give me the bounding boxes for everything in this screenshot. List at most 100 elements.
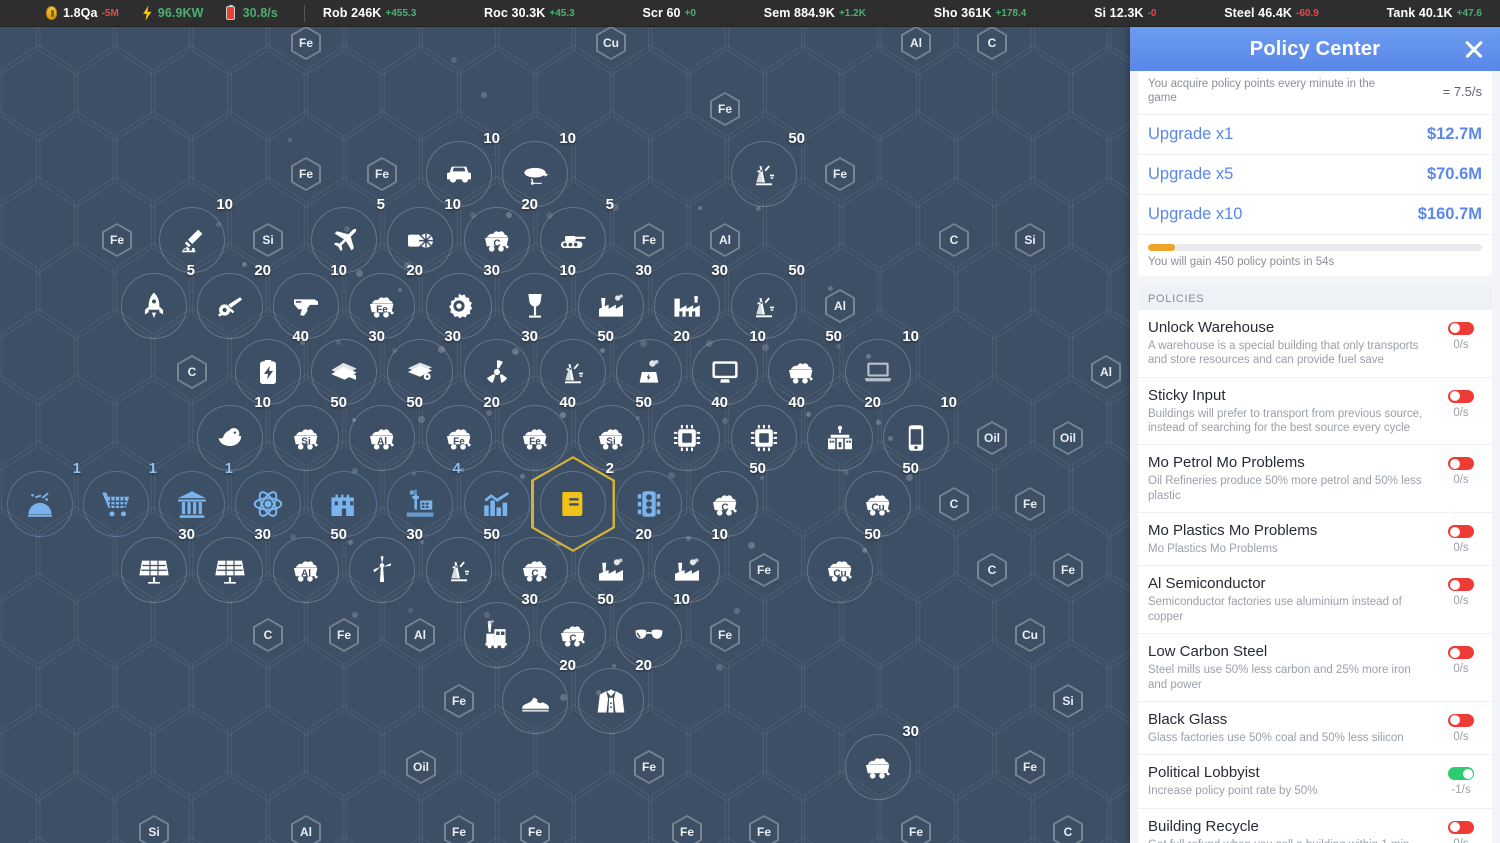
deposit-marker: Fe (749, 815, 779, 843)
resource-deposit-fe[interactable]: Fe (493, 784, 577, 843)
upgrade-row-3[interactable]: Upgrade x10 $160.7M (1138, 195, 1492, 235)
deposit-label: Fe (757, 826, 771, 838)
building-tile-solar-panel[interactable]: 30 (112, 522, 196, 618)
cart-resource-label: Si (606, 436, 615, 447)
policy-description: Glass factories use 50% coal and 50% les… (1148, 731, 1432, 745)
resource-deposit-fe[interactable]: Fe (417, 784, 501, 843)
upgrade-row-1[interactable]: Upgrade x1 $12.7M (1138, 115, 1492, 155)
policy-toggle[interactable] (1448, 390, 1474, 403)
transport-dot (828, 286, 833, 291)
building-tile-book[interactable]: 2 (531, 456, 615, 552)
policy-row[interactable]: Al Semiconductor Semiconductor factories … (1138, 566, 1492, 634)
turbine-icon (404, 224, 436, 256)
wind-turbine-icon (366, 554, 398, 586)
policy-toggle[interactable] (1448, 646, 1474, 659)
transport-dot (698, 206, 702, 210)
wine-glass-icon (519, 290, 551, 322)
resource-deposit-fe[interactable]: Fe (722, 784, 806, 843)
deposit-label: C (988, 37, 997, 49)
building-circle[interactable]: 5 (121, 273, 187, 339)
policy-toggle[interactable] (1448, 714, 1474, 727)
deposit-marker: Cu (1015, 618, 1045, 652)
building-tile-oil-derrick[interactable]: 50 (722, 126, 806, 222)
policy-list[interactable]: Unlock Warehouse A warehouse is a special… (1138, 310, 1492, 843)
resource-deposit-si[interactable]: Si (112, 784, 196, 843)
building-tile-cart[interactable]: Al 50 (264, 522, 348, 618)
resource-deposit-fe[interactable]: Fe (798, 126, 882, 222)
building-circle[interactable]: 30 (845, 734, 911, 800)
close-icon[interactable] (1462, 37, 1486, 61)
resource-deposit-al[interactable]: Al (874, 27, 958, 91)
policy-row[interactable]: Sticky Input Buildings will prefer to tra… (1138, 378, 1492, 446)
building-circle[interactable]: 20 (578, 668, 644, 734)
policy-toggle[interactable] (1448, 767, 1474, 780)
building-circle[interactable]: 50 (731, 141, 797, 207)
building-circle[interactable]: 30 (197, 537, 263, 603)
resource-deposit-fe[interactable]: Fe (264, 27, 348, 91)
building-level: 20 (635, 657, 652, 674)
resource-deposit-c[interactable]: C (912, 192, 996, 288)
building-circle[interactable]: 30 (349, 537, 415, 603)
stat-delta: -60.9 (1296, 8, 1319, 19)
building-tile-jacket[interactable]: 20 (569, 653, 653, 749)
resource-deposit-c[interactable]: C (950, 27, 1034, 91)
policy-description: Get full refund when you sell a building… (1148, 838, 1432, 843)
resource-deposit-si[interactable]: Si (988, 192, 1072, 288)
policy-row[interactable]: Low Carbon Steel Steel mills use 50% less… (1138, 634, 1492, 702)
building-circle[interactable]: 1 (7, 471, 73, 537)
building-tile-wind-turbine[interactable]: 30 (340, 522, 424, 618)
building-tile-rocket[interactable]: 5 (112, 258, 196, 354)
building-circle[interactable]: Cu 50 (807, 537, 873, 603)
resource-deposit-al[interactable]: Al (264, 784, 348, 843)
building-tile-airport[interactable]: 1 (0, 456, 82, 552)
resource-deposit-fe[interactable]: Fe (645, 784, 729, 843)
deposit-marker: C (939, 223, 969, 257)
panel-body[interactable]: You acquire policy points every minute i… (1130, 71, 1500, 843)
policy-row[interactable]: Mo Petrol Mo Problems Oil Refineries prod… (1138, 445, 1492, 513)
deposit-label: Al (719, 234, 731, 246)
transport-dot (451, 57, 457, 63)
building-circle[interactable]: 30 (121, 537, 187, 603)
policy-description: Increase policy point rate by 50% (1148, 784, 1432, 798)
policy-row[interactable]: Unlock Warehouse A warehouse is a special… (1138, 310, 1492, 378)
policy-toggle[interactable] (1448, 821, 1474, 834)
resource-value: 96.9KW (158, 6, 204, 20)
building-circle[interactable]: 20 (502, 668, 568, 734)
building-level: 10 (902, 328, 919, 345)
chart-icon (481, 488, 513, 520)
policy-row[interactable]: Building Recycle Get full refund when you… (1138, 809, 1492, 843)
policy-toggle[interactable] (1448, 525, 1474, 538)
deposit-label: Si (1062, 695, 1073, 707)
building-tile-cart[interactable]: 30 (836, 719, 920, 815)
building-tile-shoe[interactable]: 20 (493, 653, 577, 749)
building-circle[interactable]: Al 50 (273, 537, 339, 603)
policy-toggle[interactable] (1448, 578, 1474, 591)
building-circle[interactable]: 2 (540, 471, 606, 537)
building-level: 50 (788, 130, 805, 147)
resource-deposit-cu[interactable]: Cu (569, 27, 653, 91)
deposit-label: Oil (984, 432, 1000, 444)
tank-icon (557, 224, 589, 256)
policy-controls: 0/s (1440, 575, 1482, 607)
policy-row[interactable]: Political Lobbyist Increase policy point … (1138, 755, 1492, 808)
building-tile-solar-panel[interactable]: 30 (188, 522, 272, 618)
upgrade-row-2[interactable]: Upgrade x5 $70.6M (1138, 155, 1492, 195)
policy-row[interactable]: Mo Plastics Mo Problems Mo Plastics Mo Pr… (1138, 513, 1492, 566)
building-tile-cart[interactable]: Cu 50 (798, 522, 882, 618)
policy-toggle[interactable] (1448, 457, 1474, 470)
policy-progress: You will gain 450 policy points in 54s (1138, 235, 1492, 276)
policy-row[interactable]: Black Glass Glass factories use 50% coal … (1138, 702, 1492, 755)
glasses-icon (633, 619, 665, 651)
deposit-marker: Si (139, 815, 169, 843)
hex-map[interactable]: Fe Cu Al C Fe Fe Fe Fe Fe Si Fe Al C Si Al C Al Oil Oil C Fe… (0, 27, 1130, 843)
policy-controls: 0/s (1440, 387, 1482, 419)
progress-fill (1148, 244, 1175, 251)
policy-toggle[interactable] (1448, 322, 1474, 335)
cart-icon (862, 751, 894, 783)
deposit-label: Oil (413, 761, 429, 773)
hex-tiles[interactable]: Fe Cu Al C Fe Fe Fe Fe Fe Si Fe Al C Si Al C Al Oil Oil C Fe… (0, 27, 1130, 843)
castle-icon (328, 488, 360, 520)
deposit-label: Fe (718, 103, 732, 115)
resource-deposit-c[interactable]: C (1026, 784, 1110, 843)
upgrade-rows[interactable]: Upgrade x1 $12.7M Upgrade x5 $70.6M Upgrade … (1138, 115, 1492, 235)
